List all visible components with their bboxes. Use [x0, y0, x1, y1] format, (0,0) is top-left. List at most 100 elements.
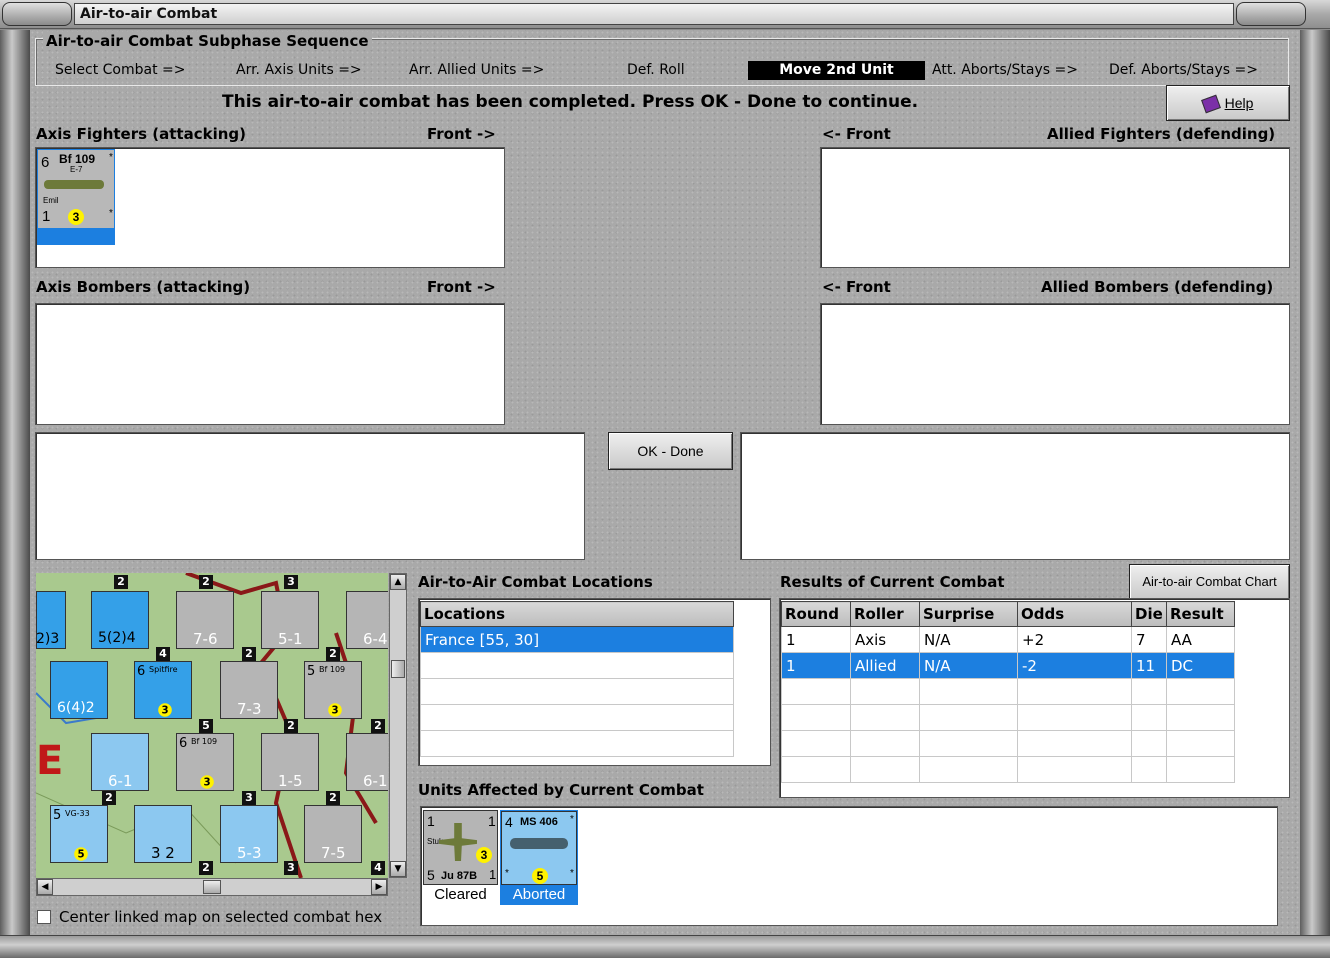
- col-roller: Roller: [850, 601, 920, 627]
- result-row[interactable]: [781, 704, 1235, 731]
- col-die: Die: [1131, 601, 1167, 627]
- scroll-left-icon[interactable]: ◀: [37, 879, 53, 895]
- map-unit-axis[interactable]: 6-1: [346, 733, 388, 791]
- seq-step-arr-axis: Arr. Axis Units =>: [236, 62, 362, 78]
- right-rail: [1300, 30, 1330, 935]
- counter-variant: E-7: [70, 165, 83, 174]
- allied-fighters-front: <- Front: [822, 125, 891, 143]
- counter-attack: 6: [41, 154, 50, 171]
- col-surprise: Surprise: [919, 601, 1018, 627]
- allied-bombers-label: Allied Bombers (defending): [1041, 278, 1274, 296]
- result-row[interactable]: [781, 730, 1235, 757]
- window-menu-icon[interactable]: [2, 2, 72, 26]
- bf109-counter-face: 6 Bf 109 E-7 * Emil 1 3 *: [38, 150, 114, 228]
- help-book-icon: [1200, 94, 1221, 114]
- locations-table: Locations France [55, 30]: [420, 601, 734, 757]
- affected-title: Units Affected by Current Combat: [418, 781, 704, 799]
- allied-bombers-front: <- Front: [822, 278, 891, 296]
- locations-header: Locations: [420, 601, 734, 627]
- allied-info-panel: [740, 432, 1290, 560]
- map-unit-axis[interactable]: 7-5: [304, 805, 362, 863]
- center-map-checkbox-label: Center linked map on selected combat hex: [59, 908, 383, 926]
- map-aircraft-bf109[interactable]: 5 Bf 109 3: [304, 661, 362, 719]
- left-rail: [0, 30, 30, 935]
- center-map-checkbox[interactable]: [37, 910, 51, 924]
- counter-name: Bf 109: [59, 152, 96, 166]
- map-aircraft-bf109-e7[interactable]: 6 Bf 109 3: [176, 733, 234, 791]
- ok-done-button[interactable]: OK - Done: [608, 432, 733, 470]
- combat-chart-button[interactable]: Air-to-air Combat Chart: [1129, 564, 1290, 600]
- axis-fighter-counter-selected[interactable]: 6 Bf 109 E-7 * Emil 1 3 *: [37, 149, 115, 245]
- result-row[interactable]: 1 Axis N/A +2 7 AA: [781, 626, 1235, 653]
- result-row[interactable]: [781, 678, 1235, 705]
- counter-nickname: Emil: [43, 196, 59, 205]
- locations-title: Air-to-Air Combat Locations: [418, 573, 653, 591]
- aircraft-icon: [44, 180, 104, 189]
- map-edge-label: 2)3: [36, 631, 60, 647]
- allied-bombers-panel[interactable]: [820, 303, 1290, 425]
- allied-fighters-label: Allied Fighters (defending): [1047, 125, 1276, 143]
- map-unit-allied[interactable]: 5-3: [220, 805, 278, 863]
- scroll-down-icon[interactable]: ▼: [390, 861, 406, 877]
- map-unit-axis[interactable]: 1-5: [261, 733, 319, 791]
- scroll-up-icon[interactable]: ▲: [390, 574, 406, 590]
- map-aircraft-spitfire[interactable]: 6 Spitfire 3: [134, 661, 192, 719]
- ms406-aircraft-icon: [510, 838, 568, 849]
- map-unit-allied[interactable]: 3 2: [134, 805, 192, 863]
- axis-bombers-label: Axis Bombers (attacking): [36, 278, 251, 296]
- axis-fighters-label: Axis Fighters (attacking): [36, 125, 246, 143]
- map-unit-axis[interactable]: 5-1: [261, 591, 319, 649]
- linked-map[interactable]: 5(2)4 7-6 5-1 6-4 6(4)2 6 Spitfire 3 7-3…: [36, 573, 388, 878]
- allied-fighters-panel[interactable]: [820, 147, 1290, 268]
- map-horizontal-thumb[interactable]: [203, 880, 221, 894]
- counter-range: 1: [42, 208, 51, 225]
- unit-status: Cleared: [434, 886, 487, 903]
- map-horizontal-scrollbar[interactable]: ◀ ▶: [36, 878, 388, 896]
- window-title: Air-to-air Combat: [74, 3, 1234, 25]
- map-unit-axis[interactable]: 6-4: [346, 591, 388, 649]
- unit-status: Aborted: [512, 886, 566, 903]
- axis-bombers-panel[interactable]: [35, 303, 505, 425]
- col-result: Result: [1166, 601, 1235, 627]
- col-odds: Odds: [1017, 601, 1132, 627]
- stuka-aircraft-icon: [439, 823, 477, 861]
- location-row[interactable]: [420, 730, 734, 757]
- location-row[interactable]: [420, 704, 734, 731]
- axis-info-panel: [35, 432, 585, 560]
- seq-step-def-roll: Def. Roll: [627, 62, 685, 78]
- map-unit-axis[interactable]: 7-3: [220, 661, 278, 719]
- affected-unit-ms406[interactable]: 4 MS 406 * * 5 * Aborted: [500, 810, 578, 905]
- window-close-icon[interactable]: [1236, 2, 1306, 26]
- location-row[interactable]: [420, 678, 734, 705]
- help-label: Help: [1224, 95, 1254, 111]
- map-unit-allied[interactable]: 5(2)4: [91, 591, 149, 649]
- map-unit-axis[interactable]: 7-6: [176, 591, 234, 649]
- map-unit-allied[interactable]: 6-1: [91, 733, 149, 791]
- seq-step-move-2nd-unit: Move 2nd Unit: [748, 61, 925, 80]
- result-row[interactable]: 1 Allied N/A -2 11 DC: [781, 652, 1235, 679]
- map-vertical-thumb[interactable]: [391, 660, 405, 678]
- axis-fighters-front: Front ->: [427, 125, 496, 143]
- map-vertical-scrollbar[interactable]: ▲ ▼: [389, 573, 407, 878]
- scroll-right-icon[interactable]: ▶: [371, 879, 387, 895]
- help-button[interactable]: Help: [1166, 85, 1290, 121]
- results-title: Results of Current Combat: [780, 573, 1005, 591]
- map-big-letter: E: [36, 738, 64, 784]
- location-row[interactable]: France [55, 30]: [420, 626, 734, 653]
- location-row[interactable]: [420, 652, 734, 679]
- result-row[interactable]: [781, 756, 1235, 783]
- affected-unit-ju87b[interactable]: 1 1 Stuka 3 5 Ju 87B 1 Cleared: [423, 810, 498, 905]
- seq-step-att-aborts: Att. Aborts/Stays =>: [932, 62, 1078, 78]
- seq-step-def-aborts: Def. Aborts/Stays =>: [1109, 62, 1258, 78]
- col-round: Round: [781, 601, 851, 627]
- status-message: This air-to-air combat has been complete…: [222, 92, 919, 112]
- map-aircraft-vg33[interactable]: 5 VG-33 5: [50, 805, 108, 863]
- seq-step-arr-allied: Arr. Allied Units =>: [409, 62, 545, 78]
- bottom-rail: [0, 935, 1330, 958]
- axis-bombers-front: Front ->: [427, 278, 496, 296]
- results-table: Round Roller Surprise Odds Die Result 1 …: [781, 601, 1235, 783]
- title-bar[interactable]: Air-to-air Combat: [0, 0, 1330, 29]
- sequence-title: Air-to-air Combat Subphase Sequence: [43, 32, 372, 50]
- seq-step-select-combat: Select Combat =>: [55, 62, 186, 78]
- map-unit-allied[interactable]: 6(4)2: [50, 661, 108, 719]
